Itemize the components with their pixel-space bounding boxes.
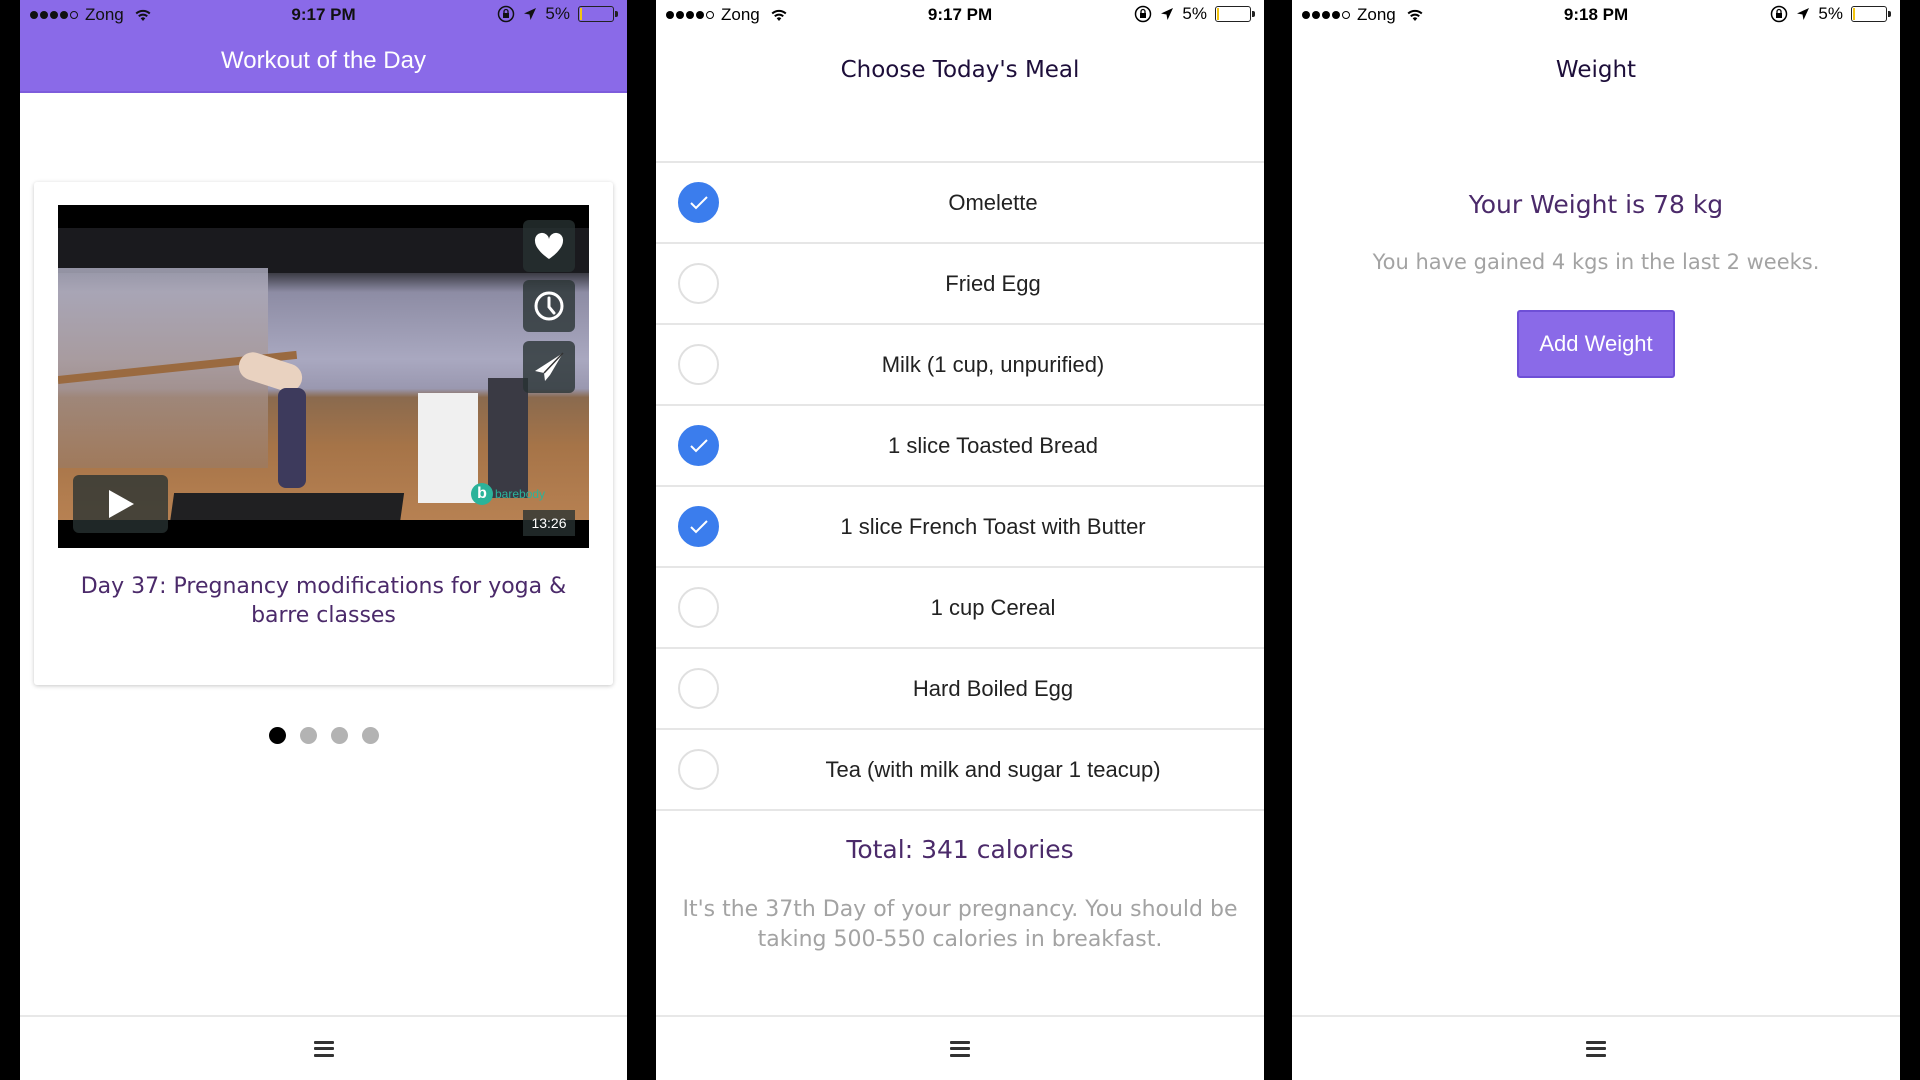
calorie-total: Total: 341 calories [846,835,1074,864]
meal-row[interactable]: Milk (1 cup, unpurified) [656,325,1264,406]
play-button[interactable] [73,475,168,533]
checkbox-checked[interactable] [678,182,719,223]
checkbox-unchecked[interactable] [678,263,719,304]
meal-screen: Zong 9:17 PM 5% Choose Today's Meal Omel… [656,0,1264,1080]
battery-percent: 5% [1182,4,1207,23]
heart-icon [534,232,564,259]
bottom-bar [656,1015,1264,1080]
checkmark-icon [689,195,708,209]
workout-card[interactable]: b barebody 13:26 Day 37: Pregnancy modif… [34,182,613,685]
watch-later-button[interactable] [523,280,575,332]
meal-label: Tea (with milk and sugar 1 teacup) [825,756,1161,782]
page-indicator[interactable] [20,727,627,744]
checkbox-unchecked[interactable] [678,668,719,709]
share-button[interactable] [523,341,575,393]
location-arrow-icon [524,8,537,20]
meal-row[interactable]: Omelette [656,163,1264,244]
add-weight-button[interactable]: Add Weight [1517,310,1675,378]
page-title: Choose Today's Meal [840,57,1080,83]
meal-label: Omelette [948,189,1038,215]
weight-screen: Zong 9:18 PM 5% Weight Your Weight is 78… [1292,0,1900,1080]
weight-change: You have gained 4 kgs in the last 2 week… [1372,250,1820,274]
meal-label: 1 cup Cereal [930,594,1056,620]
status-bar: Zong 9:17 PM 5% [20,0,627,30]
meal-row[interactable]: 1 slice Toasted Bread [656,406,1264,487]
meal-row[interactable]: Tea (with milk and sugar 1 teacup) [656,730,1264,811]
checkbox-unchecked[interactable] [678,749,719,790]
bottom-bar [1292,1015,1900,1080]
header-bar: Zong 9:17 PM 5% Workout of the Day [20,0,627,93]
hamburger-menu-icon[interactable] [1586,1040,1606,1057]
checkmark-icon [689,438,708,452]
page-dot[interactable] [361,727,379,744]
orientation-lock-icon [1135,5,1152,23]
bottom-bar [20,1015,627,1080]
meal-label: Hard Boiled Egg [912,675,1074,701]
meal-label: Milk (1 cup, unpurified) [881,351,1105,377]
video-player[interactable]: b barebody 13:26 [58,205,589,548]
checkbox-unchecked[interactable] [678,344,719,385]
workout-screen: Zong 9:17 PM 5% Workout of the Day b bar… [20,0,627,1080]
battery-icon [1851,6,1891,22]
battery-icon [1215,6,1255,22]
page-title: Weight [1555,57,1637,83]
battery-percent: 5% [545,4,570,23]
orientation-lock-icon [1771,5,1788,23]
favorite-button[interactable] [523,220,575,272]
page-dot[interactable] [299,727,317,744]
checkmark-icon [689,519,708,533]
brand-watermark: b barebody [471,483,545,505]
meal-row[interactable]: Hard Boiled Egg [656,649,1264,730]
checkbox-unchecked[interactable] [678,587,719,628]
battery-icon [578,6,618,22]
page-title: Workout of the Day [221,47,426,74]
current-weight: Your Weight is 78 kg [1468,190,1724,219]
paper-plane-icon [535,352,564,381]
location-arrow-icon [1797,8,1810,20]
meal-label: 1 slice Toasted Bread [888,432,1098,458]
page-dot[interactable] [268,727,286,744]
page-dot[interactable] [330,727,348,744]
meal-label: 1 slice French Toast with Butter [840,513,1146,539]
checkbox-checked[interactable] [678,425,719,466]
play-icon [108,490,134,518]
battery-percent: 5% [1818,4,1843,23]
video-duration: 13:26 [523,510,575,536]
workout-title[interactable]: Day 37: Pregnancy modifications for yoga… [54,572,593,630]
checkbox-checked[interactable] [678,506,719,547]
hamburger-menu-icon[interactable] [313,1040,334,1057]
status-bar: Zong 9:17 PM 5% [656,0,1264,30]
calorie-hint: It's the 37th Day of your pregnancy. You… [682,897,1238,952]
hamburger-menu-icon[interactable] [950,1040,970,1057]
clock-icon [534,291,564,321]
meal-row[interactable]: Fried Egg [656,244,1264,325]
meal-row[interactable]: 1 cup Cereal [656,568,1264,649]
status-bar: Zong 9:18 PM 5% [1292,0,1900,30]
meal-row[interactable]: 1 slice French Toast with Butter [656,487,1264,568]
meal-label: Fried Egg [945,270,1041,296]
location-arrow-icon [1161,8,1174,20]
meal-list: Omelette Fried Egg Milk (1 cup, unpurified… [656,161,1264,811]
orientation-lock-icon [498,5,515,23]
